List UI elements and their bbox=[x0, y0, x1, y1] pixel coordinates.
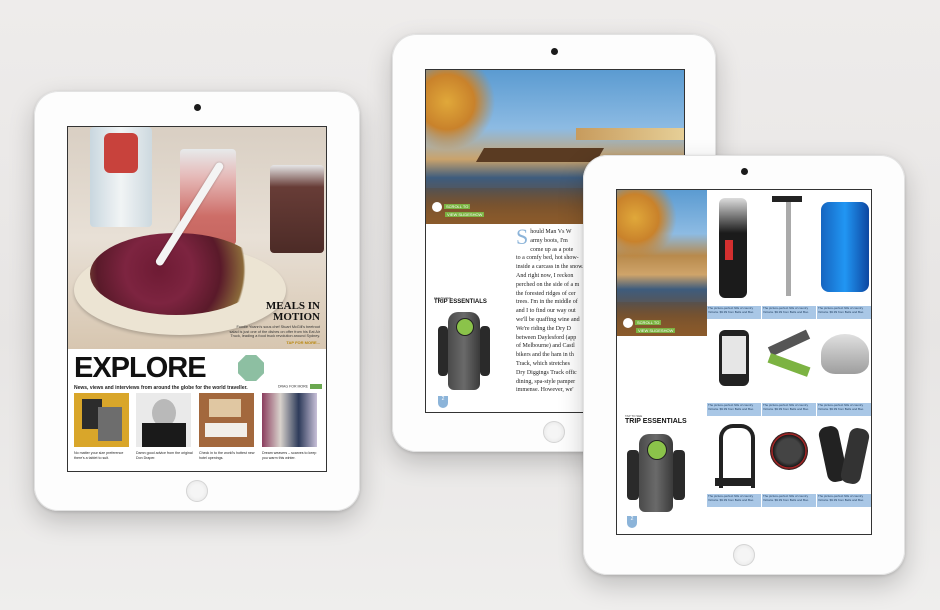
page-badge: 2 bbox=[438, 396, 448, 408]
thumbnail-hotel[interactable] bbox=[199, 393, 254, 447]
product-caption: The picture-perfect hills of country Vic… bbox=[817, 494, 871, 507]
tablet-left: MEALS IN MOTION Foodie Yoann's sous chef… bbox=[34, 91, 360, 511]
backpack-image[interactable] bbox=[436, 308, 492, 392]
product-caption: The picture-perfect hills of country Vic… bbox=[707, 306, 761, 319]
lake-photo bbox=[617, 190, 707, 336]
scroll-label-1: SCROLL TO bbox=[635, 320, 662, 326]
drag-for-more-control[interactable]: DRAG FOR MORE bbox=[278, 384, 322, 389]
product-sport-watch[interactable]: The picture-perfect hills of country Vic… bbox=[762, 416, 816, 507]
meals-title-2: MOTION bbox=[272, 311, 320, 323]
product-caption: The picture-perfect hills of country Vic… bbox=[762, 494, 816, 507]
camera-dot bbox=[194, 104, 201, 111]
thumbnail-scarves[interactable] bbox=[262, 393, 317, 447]
tablet-left-screen: MEALS IN MOTION Foodie Yoann's sous chef… bbox=[67, 126, 327, 472]
tap-for-more-link[interactable]: TAP FOR MORE... bbox=[228, 340, 320, 346]
product-helmet[interactable]: The picture-perfect hills of country Vic… bbox=[817, 320, 871, 416]
backpack-image[interactable] bbox=[625, 430, 689, 514]
trip-essentials-heading: TRIP ESSENTIALS bbox=[625, 418, 687, 425]
explore-thumbnails bbox=[74, 393, 322, 447]
drag-arrow-icon bbox=[309, 384, 322, 389]
product-caption: The picture-perfect hills of country Vic… bbox=[817, 306, 871, 319]
product-bike-pump[interactable]: The picture-perfect hills of country Vic… bbox=[762, 190, 816, 319]
thumbnail-don-draper[interactable] bbox=[136, 393, 191, 447]
trip-essentials-heading: TRIP ESSENTIALS bbox=[434, 299, 487, 305]
product-caption: The picture-perfect hills of country Vic… bbox=[817, 403, 871, 416]
camera-dot bbox=[741, 168, 748, 175]
meals-body: Foodie Yoann's sous chef Stuart McGill's… bbox=[229, 325, 320, 339]
camera-dot bbox=[551, 48, 558, 55]
scroll-label-1: SCROLL TO bbox=[444, 204, 471, 210]
scroll-label-2: VIEW SLIDESHOW bbox=[445, 212, 485, 217]
caption-4: Dream weavers – scarves to keep you warm… bbox=[262, 451, 317, 460]
product-cycling-bib[interactable]: The picture-perfect hills of country Vic… bbox=[707, 190, 761, 319]
product-gloves[interactable]: The picture-perfect hills of country Vic… bbox=[817, 416, 871, 507]
drag-label: DRAG FOR MORE bbox=[278, 384, 308, 389]
octagon-badge-icon bbox=[238, 355, 264, 381]
explore-subtitle: News, views and interviews from around t… bbox=[74, 385, 248, 391]
home-button[interactable] bbox=[733, 544, 755, 566]
meals-feature: MEALS IN MOTION Foodie Yoann's sous chef… bbox=[228, 301, 320, 345]
caption-3: Check in to the world's hottest new hote… bbox=[199, 451, 255, 460]
product-cycling-jacket[interactable]: The picture-perfect hills of country Vic… bbox=[817, 190, 871, 319]
page-badge: 2 bbox=[627, 516, 637, 528]
product-u-lock[interactable]: The picture-perfect hills of country Vic… bbox=[707, 416, 761, 507]
food-photo: MEALS IN MOTION Foodie Yoann's sous chef… bbox=[68, 127, 326, 349]
product-caption: The picture-perfect hills of country Vic… bbox=[762, 306, 816, 319]
product-caption: The picture-perfect hills of country Vic… bbox=[707, 494, 761, 507]
home-button[interactable] bbox=[186, 480, 208, 502]
product-caption: The picture-perfect hills of country Vic… bbox=[762, 403, 816, 416]
tablet-right-screen: SCROLL TO VIEW SLIDESHOW TAP TO SEE TRIP… bbox=[616, 189, 872, 535]
scroll-slideshow-control[interactable]: SCROLL TO VIEW SLIDESHOW bbox=[432, 202, 485, 217]
hand-icon bbox=[432, 202, 442, 212]
drop-cap: S bbox=[516, 224, 529, 249]
tablet-right: SCROLL TO VIEW SLIDESHOW TAP TO SEE TRIP… bbox=[583, 155, 905, 575]
caption-1: No matter your size preference there's a… bbox=[74, 451, 124, 460]
product-bike-computer[interactable]: The picture-perfect hills of country Vic… bbox=[707, 320, 761, 416]
product-caption: The picture-perfect hills of country Vic… bbox=[707, 403, 761, 416]
hand-icon bbox=[623, 318, 633, 328]
caption-2: Damn good advice from the original Don D… bbox=[136, 451, 193, 460]
home-button[interactable] bbox=[543, 421, 565, 443]
product-multitool[interactable]: The picture-perfect hills of country Vic… bbox=[762, 320, 816, 416]
explore-heading: EXPLORE bbox=[74, 352, 207, 384]
thumbnail-tablets[interactable] bbox=[74, 393, 129, 447]
scroll-label-2: VIEW SLIDESHOW bbox=[636, 328, 676, 333]
scroll-slideshow-control[interactable]: SCROLL TO VIEW SLIDESHOW bbox=[623, 318, 676, 333]
